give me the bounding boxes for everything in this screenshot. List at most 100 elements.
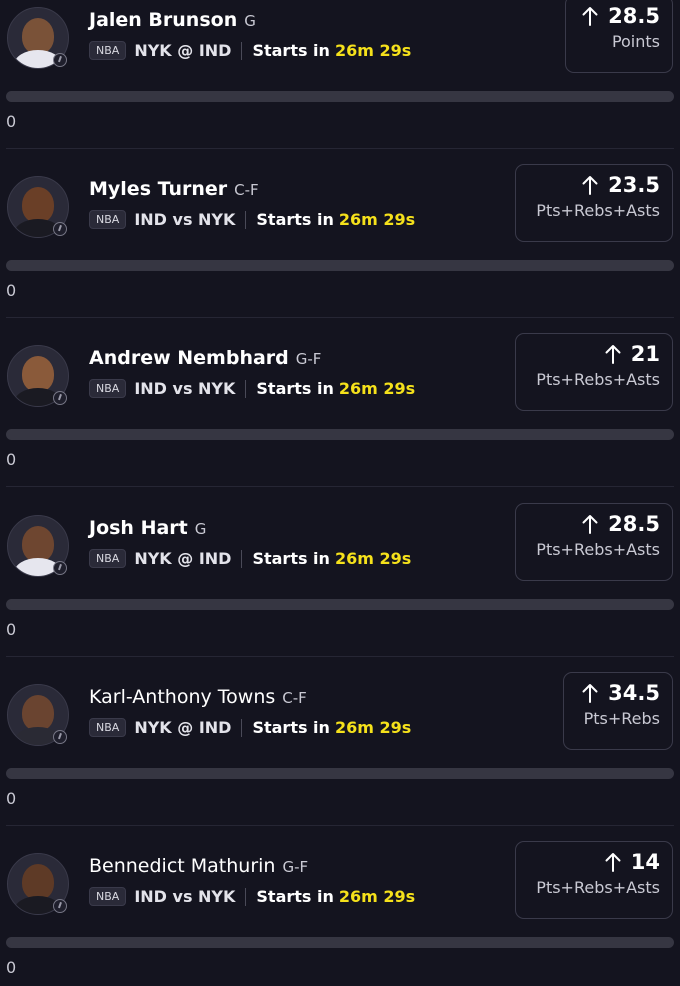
player-row[interactable]: Bennedict Mathurin G-F NBA IND vs NYK Starts… [0, 836, 680, 986]
separator [245, 210, 247, 229]
game-info: NBA IND vs NYK Starts in 26m 29s [89, 887, 415, 906]
clock-icon [53, 899, 67, 913]
prop-line-value: 23.5 [608, 173, 660, 197]
player-position: G [194, 520, 207, 538]
prop-line-value: 28.5 [608, 512, 660, 536]
progress-value: 0 [6, 281, 17, 300]
prop-line-card[interactable]: 34.5 Pts+Rebs [563, 672, 673, 750]
player-heading: Andrew Nembhard G-F [89, 347, 321, 369]
progress-bar [6, 429, 674, 440]
game-info: NBA NYK @ IND Starts in 26m 29s [89, 549, 411, 568]
progress-value: 0 [6, 112, 17, 131]
prop-line-value: 28.5 [608, 4, 660, 28]
player-row[interactable]: Josh Hart G NBA NYK @ IND Starts in 26m 29s 28… [0, 498, 680, 667]
game-info: NBA NYK @ IND Starts in 26m 29s [89, 41, 411, 60]
prop-stat-type: Pts+Rebs [583, 709, 660, 728]
player-name[interactable]: Jalen Brunson [89, 9, 237, 31]
arrow-up-icon [582, 684, 598, 703]
league-badge: NBA [89, 210, 127, 229]
prop-line-row: 28.5 [528, 512, 660, 536]
progress-bar [6, 91, 674, 102]
prop-line-value: 14 [630, 850, 660, 874]
progress-bar [6, 599, 674, 610]
game-info: NBA IND vs NYK Starts in 26m 29s [89, 210, 415, 229]
progress-value: 0 [6, 450, 17, 469]
starts-label: Starts in [256, 887, 334, 906]
clock-icon [53, 730, 67, 744]
player-position: C-F [282, 689, 307, 707]
separator [241, 718, 243, 737]
progress-value: 0 [6, 789, 17, 808]
prop-line-value: 34.5 [608, 681, 660, 705]
prop-line-row: 28.5 [578, 4, 660, 28]
player-props-list: Jalen Brunson G NBA NYK @ IND Starts in 26m 2… [0, 0, 680, 986]
player-name[interactable]: Bennedict Mathurin [89, 855, 275, 877]
player-position: G-F [282, 858, 309, 876]
progress-bar [6, 768, 674, 779]
prop-line-card[interactable]: 28.5 Pts+Rebs+Asts [515, 503, 673, 581]
player-name[interactable]: Josh Hart [89, 517, 188, 539]
prop-line-card[interactable]: 23.5 Pts+Rebs+Asts [515, 164, 673, 242]
starts-label: Starts in [256, 210, 334, 229]
row-divider [6, 317, 674, 318]
progress-value: 0 [6, 620, 17, 639]
player-heading: Karl-Anthony Towns C-F [89, 686, 307, 708]
league-badge: NBA [89, 887, 127, 906]
prop-line-card[interactable]: 28.5 Points [565, 0, 673, 73]
player-row[interactable]: Jalen Brunson G NBA NYK @ IND Starts in 26m 2… [0, 0, 680, 159]
matchup: IND vs NYK [134, 887, 236, 906]
arrow-up-icon [582, 7, 598, 26]
matchup: NYK @ IND [134, 41, 232, 60]
league-badge: NBA [89, 379, 127, 398]
league-badge: NBA [89, 41, 127, 60]
prop-stat-type: Pts+Rebs+Asts [536, 370, 660, 389]
avatar-face [22, 695, 54, 731]
prop-line-card[interactable]: 21 Pts+Rebs+Asts [515, 333, 673, 411]
player-position: G-F [295, 350, 322, 368]
avatar-face [22, 356, 54, 392]
starts-label: Starts in [252, 549, 330, 568]
matchup: NYK @ IND [134, 718, 232, 737]
arrow-up-icon [605, 345, 621, 364]
progress-value: 0 [6, 958, 17, 977]
player-heading: Myles Turner C-F [89, 178, 259, 200]
player-row[interactable]: Karl-Anthony Towns C-F NBA NYK @ IND Starts … [0, 667, 680, 836]
player-name[interactable]: Andrew Nembhard [89, 347, 289, 369]
prop-line-card[interactable]: 14 Pts+Rebs+Asts [515, 841, 673, 919]
player-heading: Jalen Brunson G [89, 9, 256, 31]
clock-icon [53, 222, 67, 236]
separator [245, 887, 247, 906]
starts-label: Starts in [256, 379, 334, 398]
prop-stat-type: Pts+Rebs+Asts [536, 201, 660, 220]
matchup: NYK @ IND [134, 549, 232, 568]
clock-icon [53, 561, 67, 575]
clock-icon [53, 53, 67, 67]
avatar-face [22, 526, 54, 562]
arrow-up-icon [605, 853, 621, 872]
prop-line-row: 23.5 [528, 173, 660, 197]
matchup: IND vs NYK [134, 379, 236, 398]
player-name[interactable]: Karl-Anthony Towns [89, 686, 275, 708]
matchup: IND vs NYK [134, 210, 236, 229]
arrow-up-icon [582, 515, 598, 534]
prop-stat-type: Pts+Rebs+Asts [536, 540, 660, 559]
player-row[interactable]: Myles Turner C-F NBA IND vs NYK Starts in 26m… [0, 159, 680, 328]
prop-stat-type: Points [611, 32, 660, 51]
row-divider [6, 825, 674, 826]
avatar-face [22, 864, 54, 900]
prop-line-row: 21 [528, 342, 660, 366]
player-heading: Josh Hart G [89, 517, 206, 539]
starts-label: Starts in [252, 41, 330, 60]
countdown: 26m 29s [338, 379, 416, 398]
countdown: 26m 29s [334, 718, 412, 737]
avatar-face [22, 18, 54, 54]
avatar-face [22, 187, 54, 223]
prop-stat-type: Pts+Rebs+Asts [536, 878, 660, 897]
countdown: 26m 29s [338, 210, 416, 229]
player-row[interactable]: Andrew Nembhard G-F NBA IND vs NYK Starts in… [0, 328, 680, 497]
prop-line-value: 21 [630, 342, 660, 366]
player-name[interactable]: Myles Turner [89, 178, 227, 200]
separator [241, 549, 243, 568]
separator [241, 41, 243, 60]
countdown: 26m 29s [334, 549, 412, 568]
